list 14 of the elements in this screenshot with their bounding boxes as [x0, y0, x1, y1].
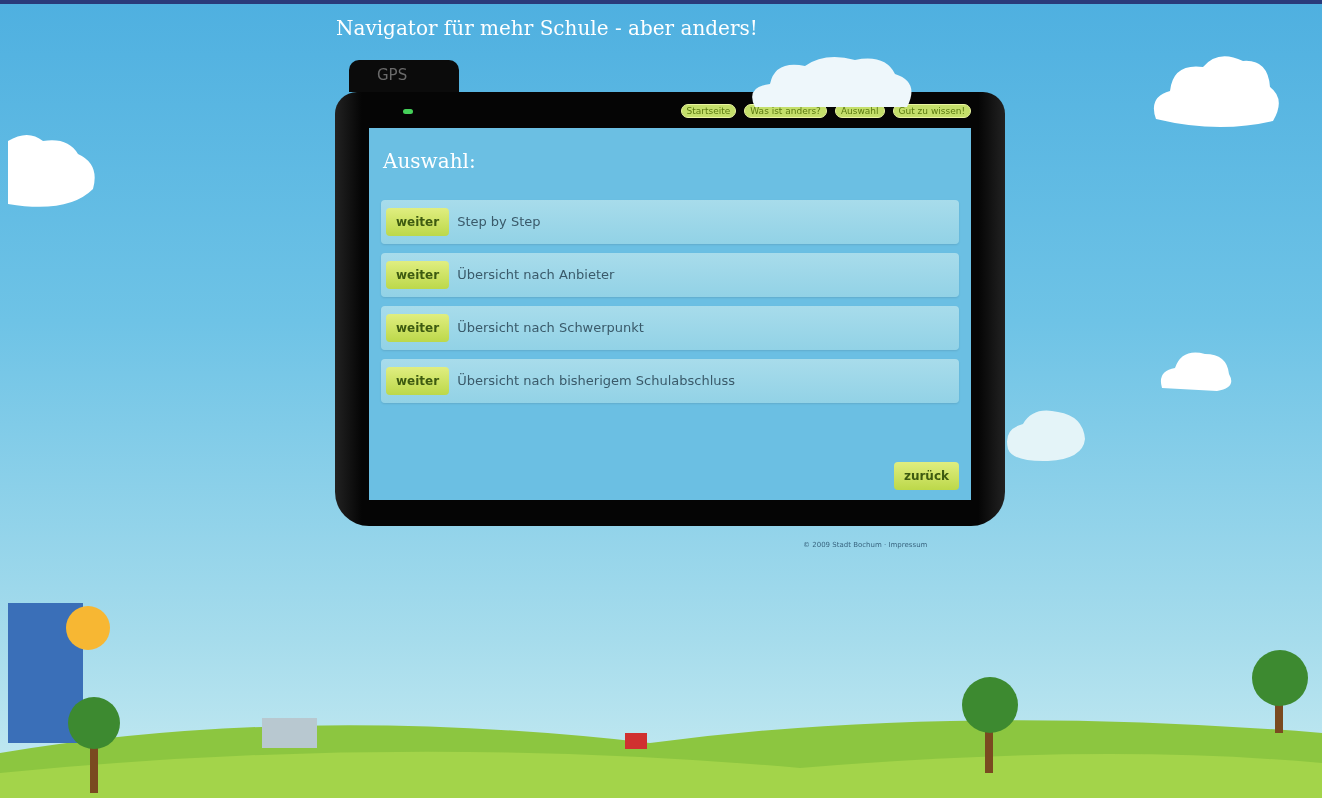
next-button[interactable]: weiter [386, 261, 450, 289]
option-label: Übersicht nach Anbieter [457, 266, 615, 285]
next-button[interactable]: weiter [386, 208, 450, 236]
screen-heading: Auswahl: [383, 148, 477, 175]
nav-link[interactable]: Gut zu wissen! [892, 103, 971, 119]
next-button[interactable]: weiter [386, 367, 450, 395]
option-label: Übersicht nach bisherigem Schulabschluss [457, 372, 736, 391]
back-button[interactable]: zurück [893, 462, 959, 490]
status-light [403, 108, 413, 114]
option-label: Step by Step [457, 213, 541, 232]
option-label: Übersicht nach Schwerpunkt [457, 319, 644, 338]
page-title: Navigator für mehr Schule - aber anders! [336, 18, 759, 38]
next-button[interactable]: weiter [386, 314, 450, 342]
nav-link[interactable]: Startseite [680, 103, 737, 119]
